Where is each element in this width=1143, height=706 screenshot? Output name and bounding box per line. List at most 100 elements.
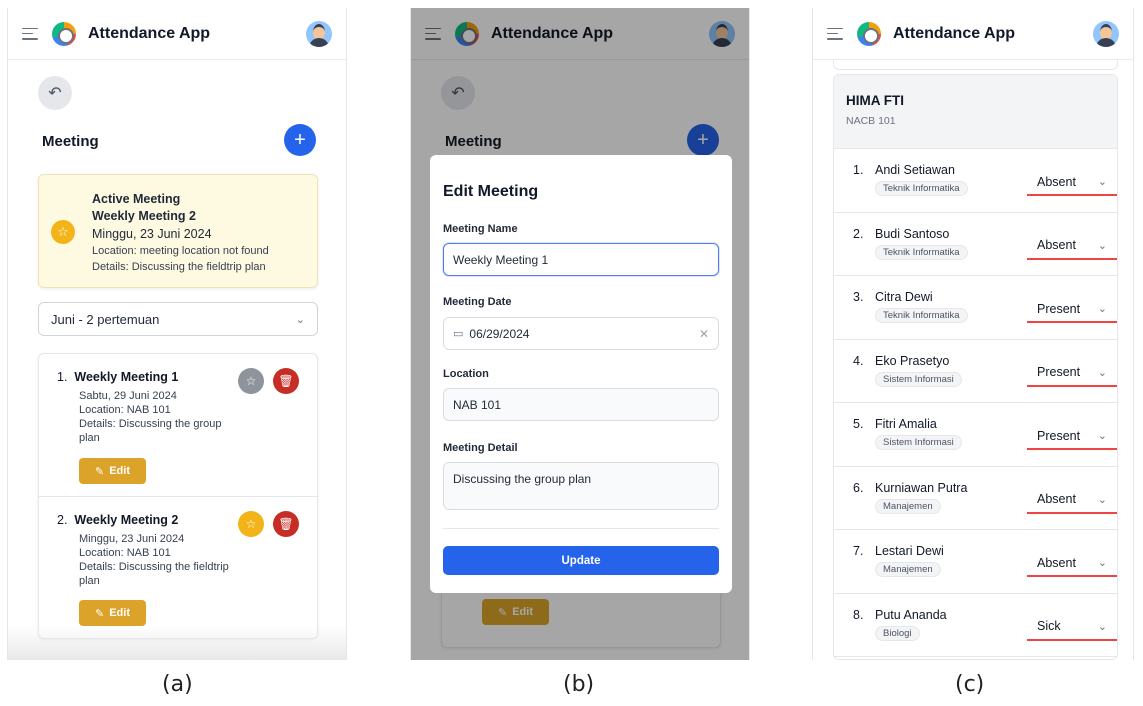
- meeting-title: 2. Weekly Meeting 2: [57, 513, 178, 527]
- status-select[interactable]: Present ⌄: [1027, 360, 1117, 387]
- avatar[interactable]: [306, 20, 332, 47]
- active-meeting-location: Location: meeting location not found: [92, 245, 269, 257]
- major-badge: Sistem Informasi: [875, 435, 962, 450]
- status-value: Absent: [1037, 238, 1076, 252]
- month-select-value: Juni - 2 pertemuan: [51, 311, 160, 327]
- edit-icon: ✎: [95, 607, 105, 620]
- set-active-button[interactable]: ☆: [238, 511, 264, 537]
- major-badge: Manajemen: [875, 562, 941, 577]
- student-name-text: Budi Santoso: [875, 226, 950, 241]
- status-select[interactable]: Absent ⌄: [1027, 169, 1117, 196]
- delete-button[interactable]: 🗑: [273, 511, 299, 537]
- delete-button[interactable]: 🗑: [273, 368, 299, 394]
- status-select[interactable]: Absent ⌄: [1027, 550, 1117, 577]
- table-row: 5. Fitri Amalia Sistem Informasi Present ⌄: [834, 403, 1117, 467]
- status-select[interactable]: Absent ⌄: [1027, 487, 1117, 514]
- modal-title: Edit Meeting: [443, 183, 539, 200]
- student-name: 2. Budi Santoso: [853, 227, 949, 241]
- meeting-date-input[interactable]: ▭ 06/29/2024 ✕: [443, 317, 719, 350]
- back-button[interactable]: ↶: [38, 76, 72, 110]
- meeting-name: Weekly Meeting 2: [74, 513, 179, 527]
- student-number: 8.: [853, 607, 864, 622]
- app-header: Attendance App: [813, 8, 1133, 60]
- calendar-icon: ▭: [453, 328, 464, 340]
- student-name: 3. Citra Dewi: [853, 290, 933, 304]
- chevron-down-icon: ⌄: [1097, 176, 1107, 188]
- chevron-down-icon: ⌄: [295, 313, 305, 326]
- chevron-down-icon: ⌄: [1097, 366, 1107, 379]
- status-select[interactable]: Sick ⌄: [1027, 614, 1117, 641]
- meeting-details: Details: Discussing the group plan: [79, 418, 222, 444]
- meeting-detail-textarea[interactable]: Discussing the group plan: [443, 462, 719, 510]
- meeting-location: Location: NAB 101: [79, 547, 171, 559]
- student-number: 7.: [853, 544, 864, 558]
- app-title: Attendance App: [88, 24, 211, 42]
- org-header: HIMA FTI NACB 101: [834, 75, 1117, 149]
- screen-edit-meeting: Attendance App ↶ Meeting + ✎ Edit Edit Me…: [410, 8, 750, 660]
- meeting-list: 1. Weekly Meeting 1 Sabtu, 29 Juni 2024 …: [38, 353, 318, 639]
- student-name: 7. Lestari Dewi: [853, 544, 944, 558]
- student-number: 2.: [853, 226, 864, 241]
- meeting-name-input[interactable]: Weekly Meeting 1: [443, 243, 719, 276]
- update-button[interactable]: Update: [443, 546, 719, 575]
- app-header: Attendance App: [8, 8, 346, 60]
- status-value: Sick: [1037, 619, 1061, 633]
- student-name-text: Lestari Dewi: [875, 544, 944, 558]
- student-name: 5. Fitri Amalia: [853, 417, 937, 431]
- status-select[interactable]: Absent ⌄: [1027, 233, 1117, 260]
- meeting-name-label: Meeting Name: [443, 223, 518, 235]
- meeting-title: 1. Weekly Meeting 1: [57, 370, 178, 384]
- caption-c: (c): [955, 672, 985, 697]
- list-item: 2. Weekly Meeting 2 Minggu, 23 Juni 2024…: [39, 496, 317, 638]
- table-row: 3. Citra Dewi Teknik Informatika Present ⌄: [834, 276, 1117, 340]
- app-title: Attendance App: [893, 24, 1016, 42]
- star-icon: ☆: [245, 374, 257, 388]
- student-number: 3.: [853, 290, 864, 304]
- status-select[interactable]: Present ⌄: [1027, 423, 1117, 450]
- student-name: 1. Andi Setiawan: [853, 163, 955, 177]
- attendance-card: HIMA FTI NACB 101 1. Andi Setiawan Teknik …: [833, 74, 1118, 660]
- menu-icon[interactable]: [827, 27, 843, 40]
- meeting-name: Weekly Meeting 1: [74, 370, 179, 384]
- org-code: NACB 101: [846, 115, 896, 127]
- student-number: 4.: [853, 353, 864, 368]
- chevron-down-icon: ⌄: [1097, 430, 1107, 442]
- month-select[interactable]: Juni - 2 pertemuan ⌄: [38, 302, 318, 336]
- student-name: 8. Putu Ananda: [853, 608, 947, 622]
- table-row: 2. Budi Santoso Teknik Informatika Absent ⌄: [834, 213, 1117, 276]
- screen-attendance: Attendance App HIMA FTI NACB 101 1. Andi …: [812, 8, 1134, 660]
- org-name: HIMA FTI: [846, 93, 904, 108]
- active-meeting-name: Weekly Meeting 2: [92, 209, 196, 223]
- edit-button[interactable]: ✎ Edit: [79, 458, 146, 484]
- status-value: Absent: [1037, 174, 1076, 189]
- edit-label: Edit: [109, 465, 130, 477]
- add-meeting-button[interactable]: +: [284, 124, 316, 156]
- clear-icon[interactable]: ✕: [699, 327, 709, 341]
- set-active-button[interactable]: ☆: [238, 368, 264, 394]
- student-list: 1. Andi Setiawan Teknik Informatika Absent ⌄…: [834, 149, 1117, 657]
- location-input[interactable]: NAB 101: [443, 388, 719, 421]
- scroll-fade: [8, 626, 346, 660]
- chevron-down-icon: ⌄: [1097, 620, 1107, 633]
- status-select[interactable]: Present ⌄: [1027, 296, 1117, 323]
- meeting-date-value: 06/29/2024: [469, 326, 530, 341]
- menu-icon[interactable]: [22, 27, 38, 40]
- divider: [443, 528, 719, 529]
- student-name-text: Putu Ananda: [875, 607, 947, 622]
- avatar[interactable]: [1093, 20, 1119, 47]
- student-name: 4. Eko Prasetyo: [853, 354, 949, 368]
- meeting-info: Minggu, 23 Juni 2024 Location: NAB 101 D…: [79, 532, 239, 588]
- caption-b: (b): [563, 672, 595, 697]
- major-badge: Teknik Informatika: [875, 181, 968, 196]
- back-icon: ↶: [48, 85, 62, 102]
- app-logo-icon: [857, 21, 881, 46]
- meeting-date: Sabtu, 29 Juni 2024: [79, 390, 177, 402]
- table-row: 7. Lestari Dewi Manajemen Absent ⌄: [834, 530, 1117, 594]
- location-value: NAB 101: [453, 397, 502, 412]
- caption-a: (a): [162, 672, 193, 697]
- star-icon: ☆: [51, 220, 75, 244]
- app-logo-icon: [52, 21, 76, 46]
- edit-button[interactable]: ✎ Edit: [79, 600, 146, 626]
- major-badge: Biologi: [875, 625, 920, 641]
- active-meeting-label: Active Meeting: [92, 192, 181, 206]
